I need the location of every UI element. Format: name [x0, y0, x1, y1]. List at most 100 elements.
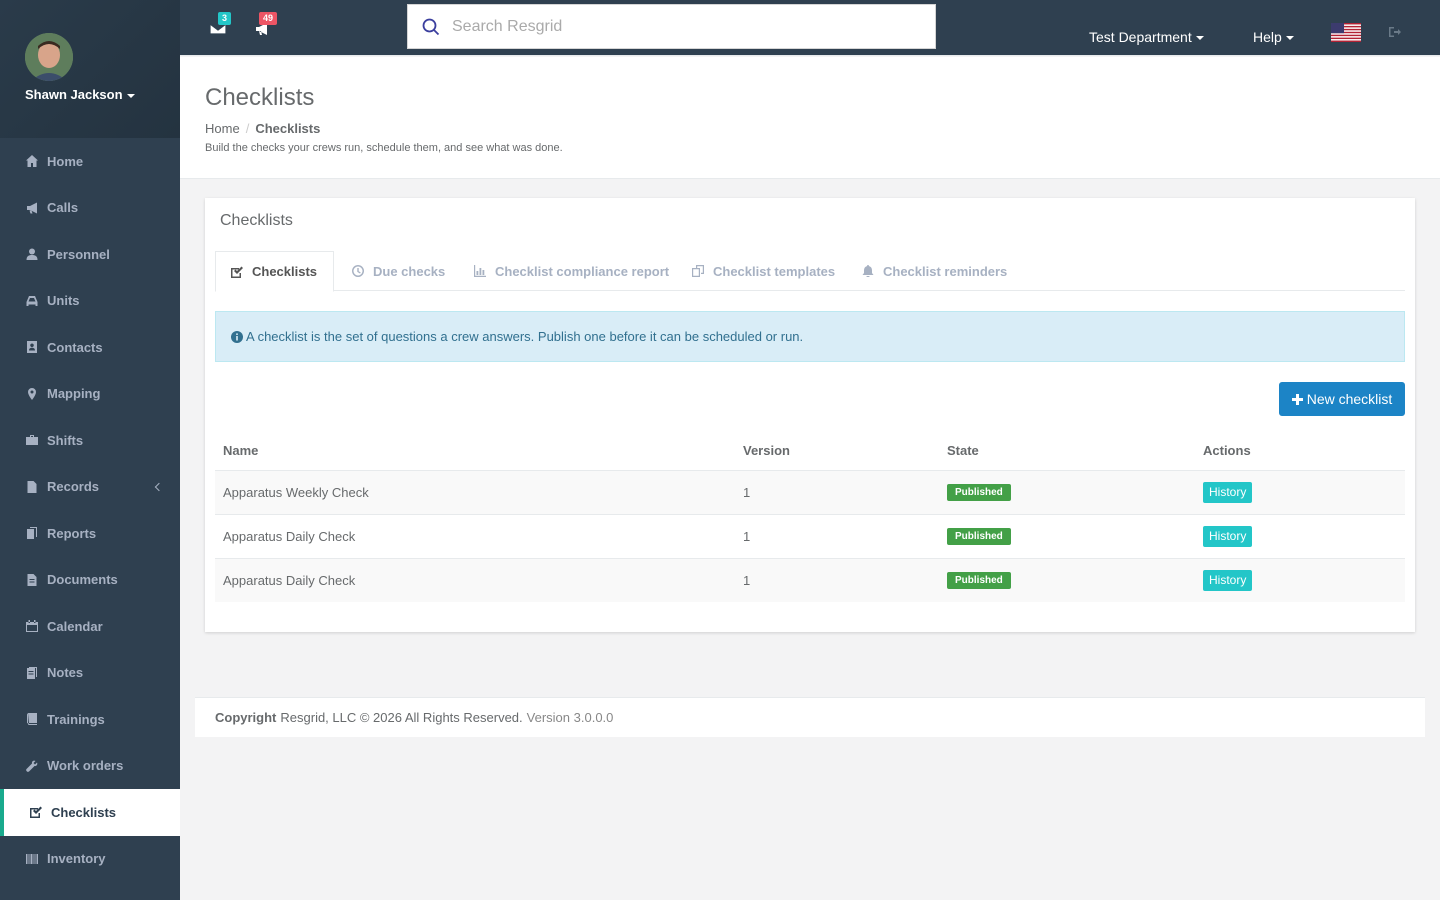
- state-cell: Published: [939, 469, 1195, 514]
- sidebar-item-label: Documents: [47, 572, 118, 588]
- sidebar-item-label: Reports: [47, 525, 97, 541]
- avatar[interactable]: [25, 33, 73, 81]
- page-title: Checklists: [205, 84, 315, 111]
- sidebar-item-home[interactable]: Home: [0, 138, 180, 185]
- tab-label: Checklist templates: [713, 263, 836, 279]
- history-button[interactable]: History: [1203, 569, 1253, 591]
- messages-button[interactable]: 3: [209, 12, 232, 36]
- tab-checklist-compliance-report[interactable]: Checklist compliance report: [474, 251, 669, 291]
- bell-icon: [862, 265, 874, 277]
- sidebar-item-mapping[interactable]: Mapping: [0, 371, 180, 418]
- tab-checklist-templates[interactable]: Checklist templates: [692, 251, 835, 291]
- help-dropdown[interactable]: Help: [1253, 29, 1294, 45]
- search-icon: [422, 18, 440, 35]
- breadcrumb-current: Checklists: [255, 121, 321, 136]
- tab-bar: Checklists Due checks Checklist compliance…: [215, 251, 1405, 292]
- status-badge: Published: [947, 528, 1011, 545]
- sidebar-item-label: Personnel: [47, 246, 110, 262]
- bar-chart-icon: [474, 265, 486, 277]
- sidebar-item-label: Contacts: [47, 339, 103, 355]
- sidebar-item-reports[interactable]: Reports: [0, 510, 180, 557]
- column-header-state: State: [939, 432, 1195, 471]
- sidebar-item-label: Units: [47, 293, 80, 309]
- sidebar-item-notes[interactable]: Notes: [0, 650, 180, 697]
- breadcrumb-home-link[interactable]: Home: [205, 121, 240, 136]
- bullhorn-icon: [25, 201, 39, 215]
- sidebar-item-label: Work orders: [47, 758, 124, 774]
- actions-cell: History: [1195, 469, 1405, 514]
- barcode-icon: [25, 852, 39, 866]
- home-icon: [25, 154, 39, 168]
- footer-copyright-text: Resgrid, LLC © 2026 All Rights Reserved.: [280, 710, 523, 725]
- actions-cell: History: [1195, 513, 1405, 558]
- checklist-version: 1: [735, 557, 939, 602]
- sidebar-item-personnel[interactable]: Personnel: [0, 231, 180, 278]
- column-header-actions: Actions: [1195, 432, 1405, 471]
- sidebar-item-calls[interactable]: Calls: [0, 185, 180, 232]
- document-icon: [25, 573, 39, 587]
- checklist-version: 1: [735, 469, 939, 514]
- state-cell: Published: [939, 557, 1195, 602]
- report-icon: [25, 526, 39, 540]
- sidebar-item-label: Inventory: [47, 851, 106, 867]
- page-heading: Checklists Home / Checklists Build the che…: [180, 57, 1440, 179]
- breadcrumb-separator: /: [245, 121, 250, 136]
- department-label: Test Department: [1089, 29, 1192, 45]
- page-subtitle: Build the checks your crews run, schedul…: [205, 142, 563, 154]
- chevron-left-icon: [154, 482, 164, 491]
- sidebar-item-label: Calendar: [47, 618, 103, 634]
- sidebar-item-work-orders[interactable]: Work orders: [0, 743, 180, 790]
- search-box: [407, 4, 936, 49]
- wrench-icon: [25, 759, 39, 773]
- new-checklist-label: New checklist: [1306, 391, 1393, 407]
- info-alert-text: A checklist is the set of questions a cr…: [246, 329, 804, 344]
- search-input[interactable]: [452, 17, 892, 36]
- caret-down-icon: [1195, 36, 1204, 41]
- help-label: Help: [1253, 29, 1282, 45]
- footer-copyright-label: Copyright: [215, 710, 277, 725]
- map-marker-icon: [25, 387, 39, 401]
- clock-icon: [352, 265, 364, 277]
- checklists-panel: Checklists Checklists Due checks Checklist…: [205, 198, 1415, 632]
- status-badge: Published: [947, 484, 1011, 501]
- notifications-button[interactable]: 49: [255, 12, 278, 36]
- state-cell: Published: [939, 513, 1195, 558]
- profile-name-dropdown[interactable]: Shawn Jackson: [25, 87, 135, 102]
- new-checklist-button[interactable]: New checklist: [1279, 382, 1405, 416]
- footer: Copyright Resgrid, LLC © 2026 All Rights…: [195, 697, 1425, 737]
- notifications-count-badge: 49: [259, 12, 278, 25]
- sidebar-item-trainings[interactable]: Trainings: [0, 696, 180, 743]
- sidebar-item-units[interactable]: Units: [0, 278, 180, 325]
- sidebar-item-label: Records: [47, 479, 100, 495]
- sidebar-item-label: Shifts: [47, 432, 84, 448]
- us-flag-icon[interactable]: [1331, 23, 1361, 42]
- sidebar-item-contacts[interactable]: Contacts: [0, 324, 180, 371]
- tab-checklist-reminders[interactable]: Checklist reminders: [862, 251, 1007, 291]
- sidebar-item-shifts[interactable]: Shifts: [0, 417, 180, 464]
- checklist-name: Apparatus Daily Check: [215, 557, 735, 602]
- history-button[interactable]: History: [1203, 481, 1253, 503]
- footer-version: Version 3.0.0.0: [526, 710, 614, 725]
- column-header-version: Version: [735, 432, 939, 471]
- tab-checklists[interactable]: Checklists: [215, 251, 335, 292]
- tab-due-checks[interactable]: Due checks: [352, 251, 445, 291]
- history-button[interactable]: History: [1203, 525, 1253, 547]
- sidebar-item-documents[interactable]: Documents: [0, 557, 180, 604]
- tab-label: Checklists: [252, 264, 318, 279]
- sidebar-item-records[interactable]: Records: [0, 464, 180, 511]
- top-navbar: 3 49 Test Department Help: [180, 0, 1440, 56]
- checkbox-icon: [29, 805, 43, 819]
- breadcrumb: Home / Checklists: [205, 121, 320, 136]
- logout-button[interactable]: [1389, 26, 1401, 38]
- copy-icon: [692, 265, 704, 277]
- checklist-name: Apparatus Weekly Check: [215, 469, 735, 514]
- sidebar-item-inventory[interactable]: Inventory: [0, 836, 180, 883]
- sign-out-icon: [1389, 27, 1401, 37]
- sidebar-item-calendar[interactable]: Calendar: [0, 603, 180, 650]
- checklist-version: 1: [735, 513, 939, 558]
- sidebar-item-checklists[interactable]: Checklists: [0, 789, 180, 836]
- calendar-icon: [25, 619, 39, 633]
- sidebar-item-label: Trainings: [47, 711, 105, 727]
- column-header-name: Name: [215, 432, 735, 471]
- department-dropdown[interactable]: Test Department: [1089, 29, 1204, 45]
